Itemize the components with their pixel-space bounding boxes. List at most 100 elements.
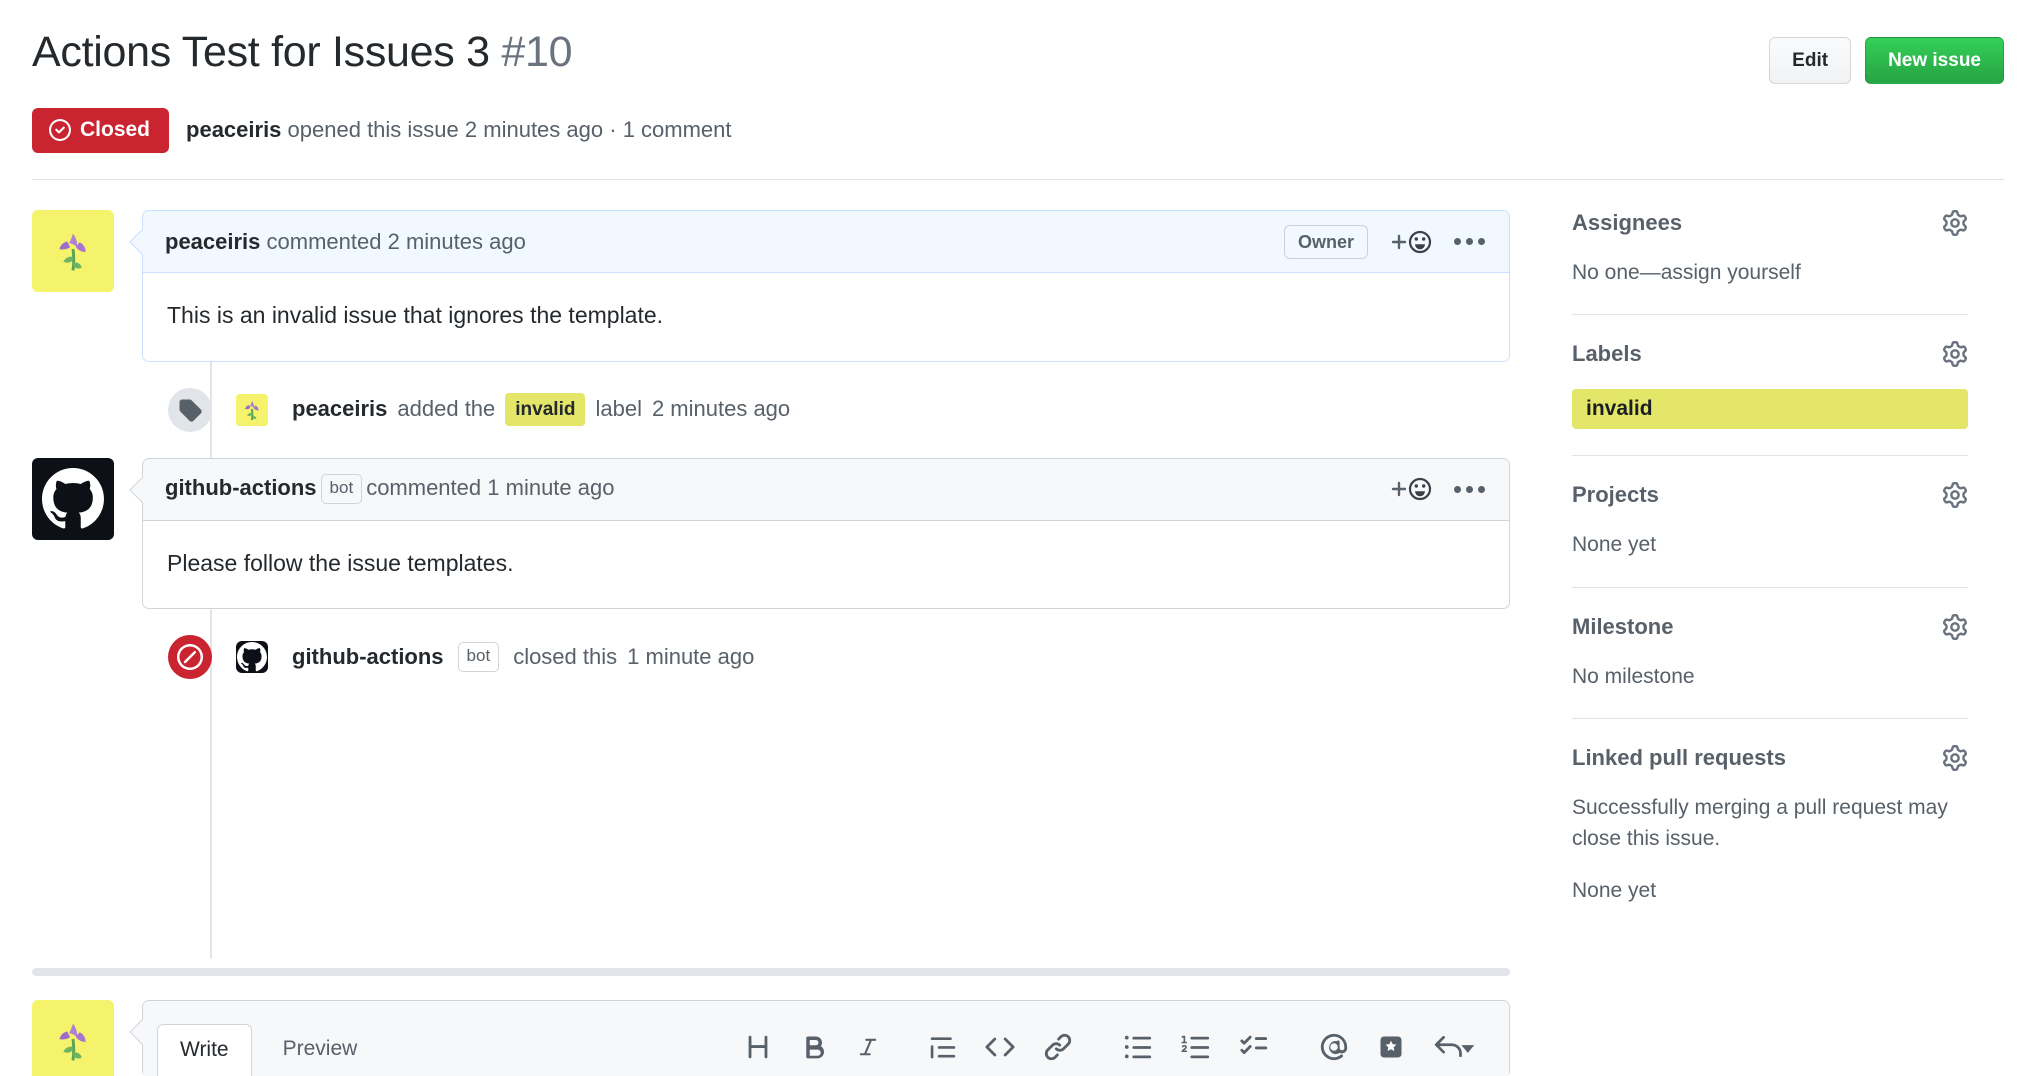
- gear-icon[interactable]: [1942, 210, 1968, 236]
- tab-preview[interactable]: Preview: [260, 1023, 381, 1076]
- sidebar-section-title: Labels: [1572, 341, 1642, 367]
- author-association-badge: Owner: [1284, 225, 1368, 259]
- assignees-value: No one—assign yourself: [1572, 258, 1968, 288]
- sidebar-section-header: Linked pull requests: [1572, 745, 1968, 771]
- mention-icon[interactable]: [1305, 1032, 1363, 1062]
- status-badge: Closed: [32, 108, 169, 153]
- projects-value: None yet: [1572, 530, 1968, 560]
- avatar[interactable]: [236, 394, 268, 426]
- sidebar-section-projects: Projects None yet: [1572, 482, 1968, 587]
- comment-box: peaceiris commented 2 minutes ago Owner: [142, 210, 1510, 362]
- issue-author[interactable]: peaceiris: [186, 117, 281, 142]
- kebab-dot: [1454, 238, 1461, 245]
- header-divider: [32, 179, 2004, 180]
- sidebar: Assignees No one—assign yourself Labels: [1510, 210, 1968, 959]
- saved-reply-icon[interactable]: [1363, 1032, 1419, 1062]
- avatar[interactable]: [32, 1000, 114, 1076]
- event-action: closed this: [513, 644, 617, 670]
- task-list-icon[interactable]: [1225, 1032, 1283, 1062]
- sidebar-section-linked-pull-requests: Linked pull requests Successfully mergin…: [1572, 745, 1968, 932]
- editor-tab-bar: Write Preview: [143, 1001, 1509, 1076]
- comment-time: 2 minutes ago: [388, 229, 526, 254]
- milestone-value: No milestone: [1572, 662, 1968, 692]
- comment-header-text: peaceiris commented 2 minutes ago: [165, 229, 526, 255]
- unordered-list-icon[interactable]: [1109, 1032, 1167, 1062]
- comment-body: This is an invalid issue that ignores th…: [143, 273, 1509, 361]
- new-issue-button[interactable]: New issue: [1865, 37, 2004, 84]
- kebab-dot: [1478, 238, 1485, 245]
- comment-header: github-actionsbotcommented 1 minute ago: [143, 459, 1509, 521]
- sidebar-section-labels: Labels invalid: [1572, 341, 1968, 456]
- issue-page: Actions Test for Issues 3 #10 Edit New i…: [0, 0, 2036, 1076]
- gear-icon[interactable]: [1942, 614, 1968, 640]
- sidebar-section-header: Labels: [1572, 341, 1968, 367]
- quote-icon[interactable]: [915, 1032, 971, 1062]
- linked-pr-value: None yet: [1572, 876, 1968, 906]
- ordered-list-icon[interactable]: [1167, 1032, 1225, 1062]
- event-time: 2 minutes ago: [652, 396, 790, 422]
- add-reaction-button[interactable]: [1388, 475, 1432, 503]
- comment-action: commented: [366, 475, 481, 500]
- edit-button[interactable]: Edit: [1769, 37, 1851, 84]
- code-icon[interactable]: [971, 1032, 1029, 1062]
- kebab-dot: [1466, 238, 1473, 245]
- editor-tabs: Write Preview: [157, 1023, 380, 1076]
- add-reaction-button[interactable]: [1388, 228, 1432, 256]
- gear-icon[interactable]: [1942, 482, 1968, 508]
- label-chip[interactable]: invalid: [505, 393, 585, 427]
- italic-icon[interactable]: [843, 1032, 893, 1062]
- issue-meta-row: Closed peaceiris opened this issue 2 min…: [32, 108, 2004, 153]
- bold-icon[interactable]: [787, 1032, 843, 1062]
- comment-box: github-actionsbotcommented 1 minute ago: [142, 458, 1510, 610]
- event-text: github-actionsbotclosed this 1 minute ag…: [292, 642, 754, 671]
- comment-options-button[interactable]: [1452, 234, 1487, 249]
- issue-action: opened this issue: [288, 117, 459, 142]
- comment-item: github-actionsbotcommented 1 minute ago: [32, 458, 1510, 610]
- heading-icon[interactable]: [729, 1032, 787, 1062]
- sidebar-label-invalid[interactable]: invalid: [1572, 389, 1968, 429]
- issue-title-text: Actions Test for Issues 3: [32, 28, 490, 76]
- sidebar-section-title: Milestone: [1572, 614, 1673, 640]
- comment-editor: Write Preview: [142, 1000, 1510, 1076]
- comment-header-actions: Owner: [1284, 225, 1487, 259]
- markdown-toolbar: [729, 1032, 1491, 1076]
- comment-options-button[interactable]: [1452, 482, 1487, 497]
- gear-icon[interactable]: [1942, 341, 1968, 367]
- page-title: Actions Test for Issues 3 #10: [32, 28, 572, 77]
- link-icon[interactable]: [1029, 1032, 1087, 1062]
- title-row: Actions Test for Issues 3 #10 Edit New i…: [32, 28, 2004, 84]
- bot-badge: bot: [321, 474, 363, 503]
- event-text: peaceiris added the invalid label 2 minu…: [292, 393, 790, 427]
- sidebar-section-header: Assignees: [1572, 210, 1968, 236]
- tab-write[interactable]: Write: [157, 1024, 252, 1076]
- sidebar-section-header: Projects: [1572, 482, 1968, 508]
- kebab-dot: [1454, 486, 1461, 493]
- meta-separator: ·: [609, 117, 616, 142]
- comment-action: commented: [267, 229, 382, 254]
- reply-icon[interactable]: [1419, 1032, 1491, 1062]
- linked-pr-description: Successfully merging a pull request may …: [1572, 793, 1968, 854]
- event-actor[interactable]: peaceiris: [292, 396, 387, 422]
- sidebar-section-header: Milestone: [1572, 614, 1968, 640]
- avatar[interactable]: [32, 458, 114, 540]
- comment-author[interactable]: github-actions: [165, 475, 317, 500]
- issue-comment-count: 1 comment: [623, 117, 732, 142]
- comment-header-actions: [1388, 475, 1487, 503]
- issue-header: Actions Test for Issues 3 #10 Edit New i…: [0, 0, 2036, 153]
- issue-closed-circle-icon: [168, 635, 212, 679]
- comment-time: 1 minute ago: [487, 475, 614, 500]
- header-actions: Edit New issue: [1769, 28, 2004, 84]
- kebab-dot: [1478, 486, 1485, 493]
- gear-icon[interactable]: [1942, 745, 1968, 771]
- bot-badge: bot: [458, 642, 500, 671]
- timeline-column: peaceiris commented 2 minutes ago Owner: [32, 210, 1510, 959]
- kebab-dot: [1466, 486, 1473, 493]
- issue-closed-icon: [49, 119, 71, 141]
- sidebar-section-title: Linked pull requests: [1572, 745, 1786, 771]
- comment-author[interactable]: peaceiris: [165, 229, 260, 254]
- event-actor[interactable]: github-actions: [292, 644, 444, 670]
- timeline-section-divider: [32, 968, 1510, 976]
- sidebar-section-milestone: Milestone No milestone: [1572, 614, 1968, 719]
- avatar[interactable]: [32, 210, 114, 292]
- avatar[interactable]: [236, 641, 268, 673]
